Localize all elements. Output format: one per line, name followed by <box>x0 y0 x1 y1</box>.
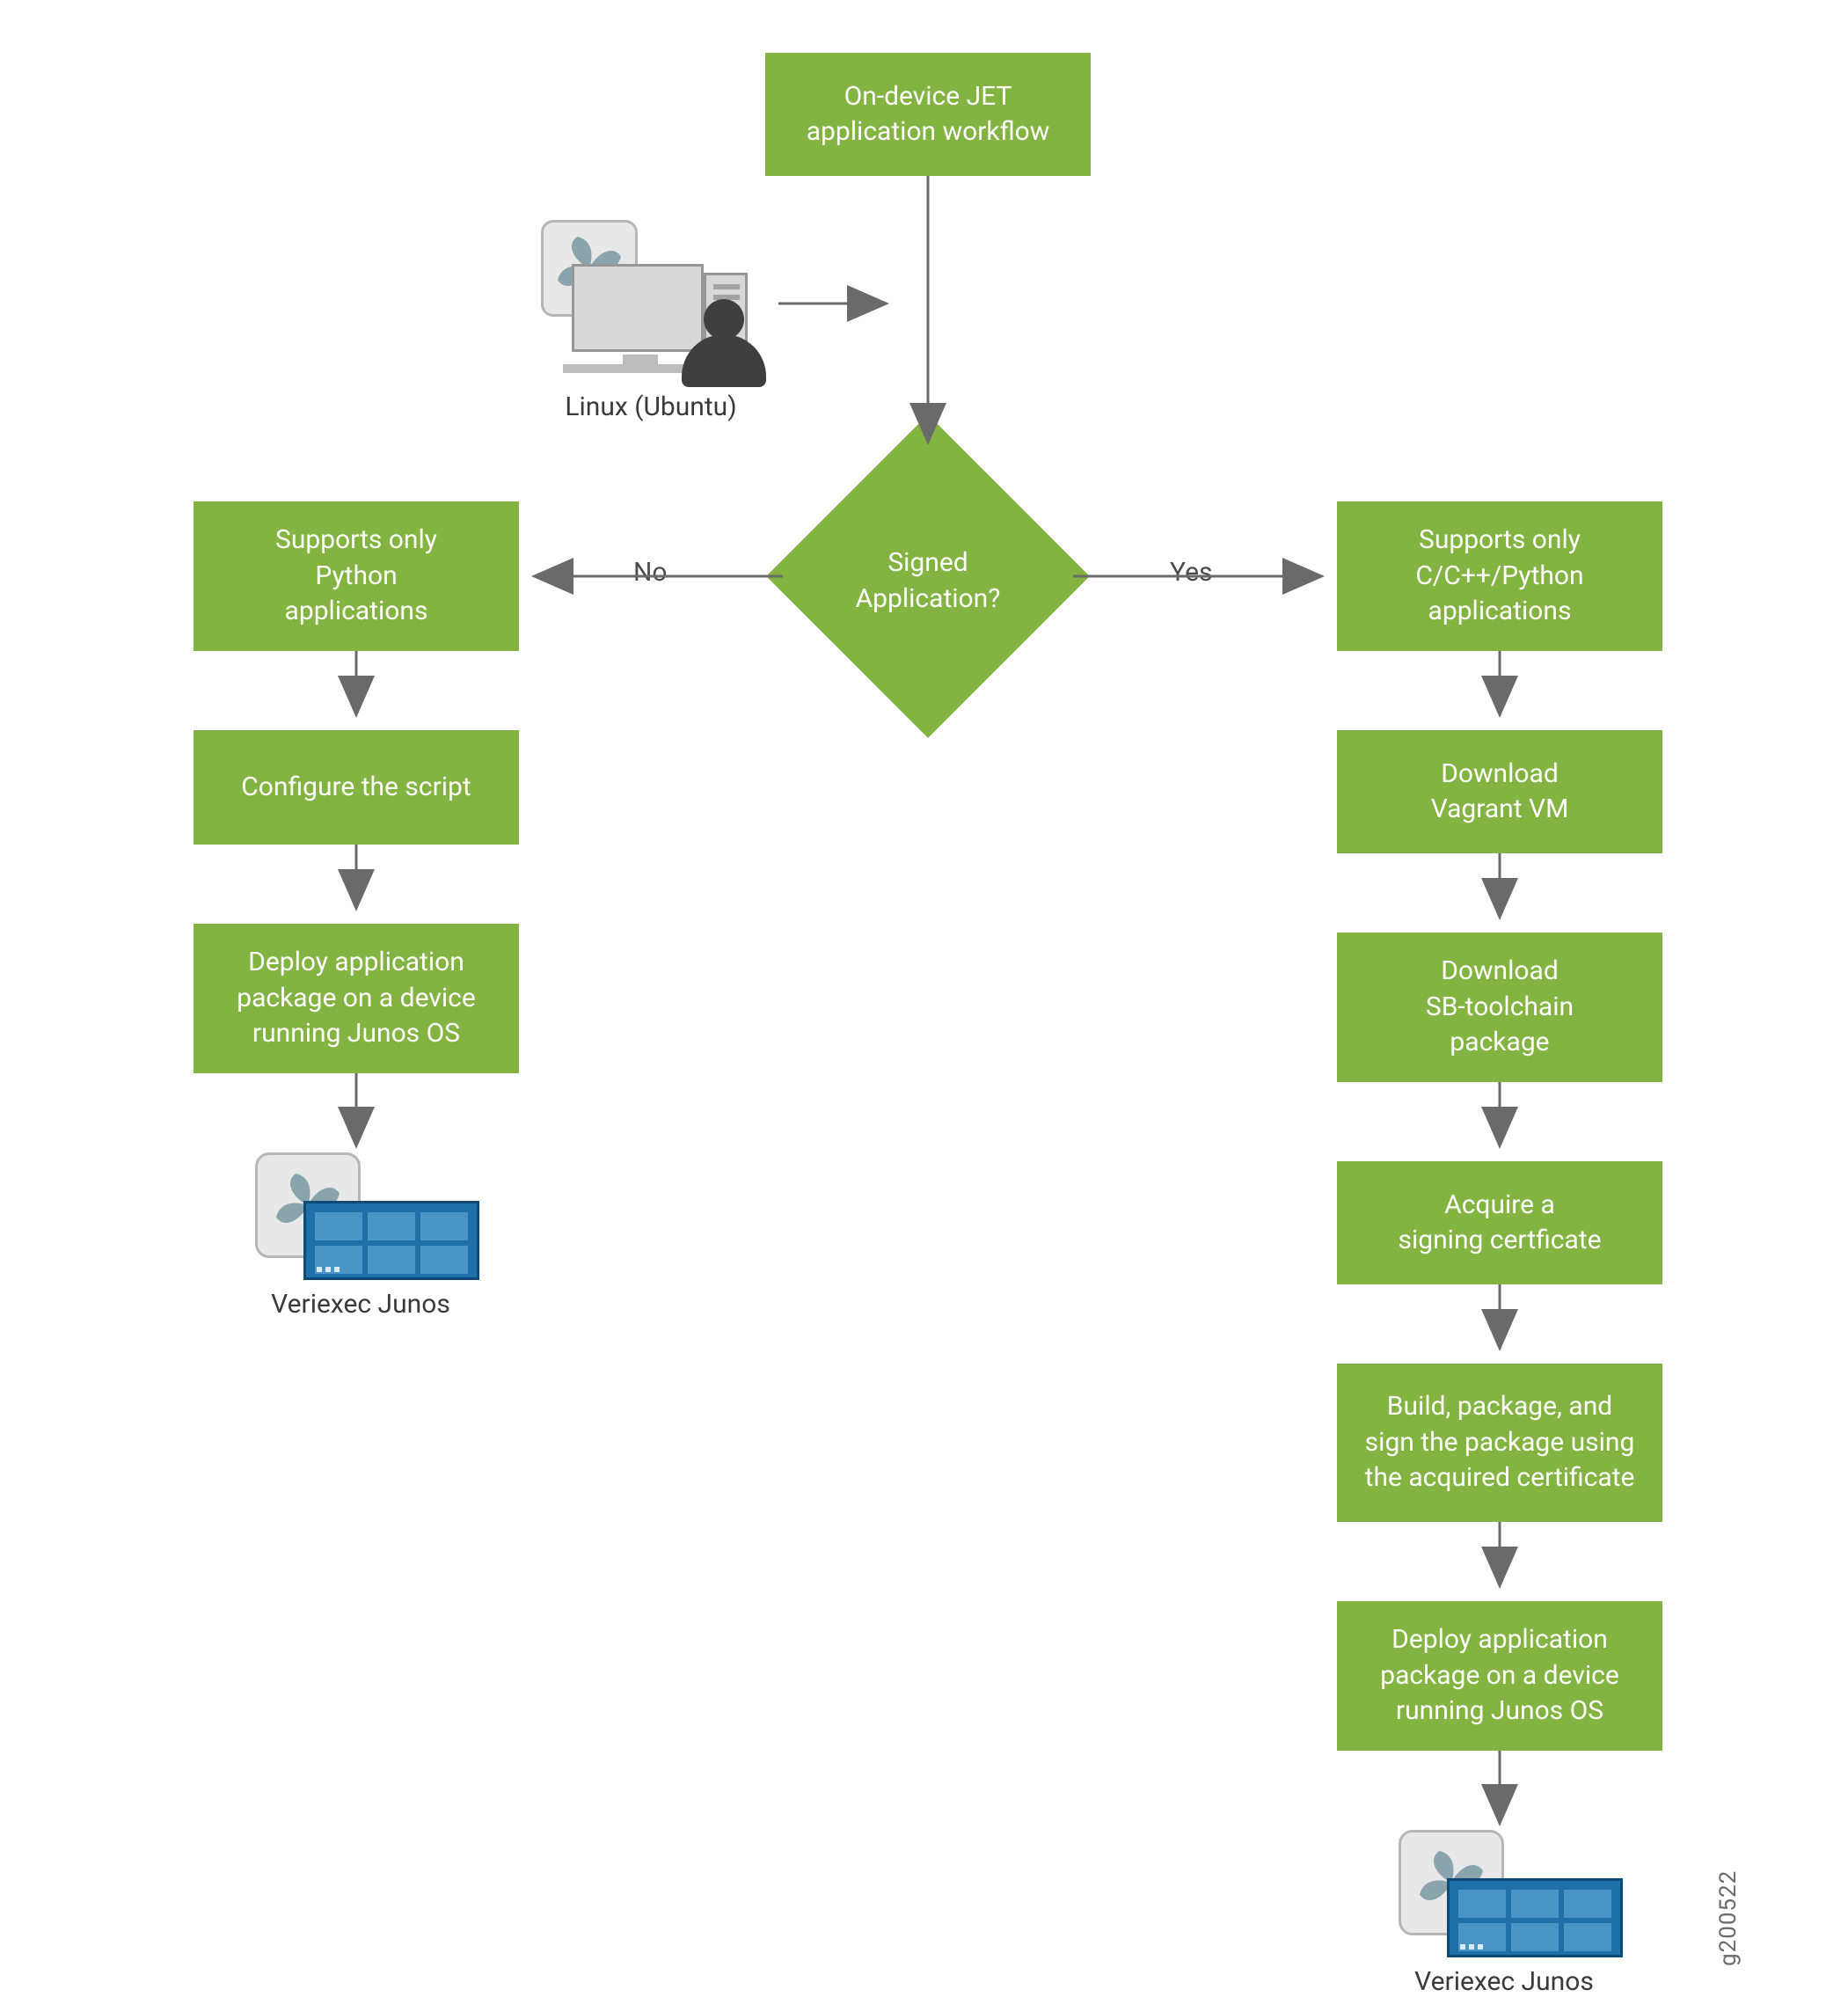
router-icon <box>1447 1878 1623 1957</box>
person-icon <box>673 299 770 383</box>
veriexec-junos-icon-right <box>1399 1830 1618 1962</box>
node-yes-5-label: Deploy applicationpackage on a devicerun… <box>1380 1622 1619 1730</box>
node-yes-2: DownloadSB-toolchainpackage <box>1337 933 1662 1082</box>
node-decision <box>766 414 1090 738</box>
node-yes-1-label: DownloadVagrant VM <box>1431 757 1569 828</box>
node-yes-4-label: Build, package, andsign the package usin… <box>1365 1389 1635 1496</box>
node-yes-5: Deploy applicationpackage on a devicerun… <box>1337 1601 1662 1751</box>
node-yes-4: Build, package, andsign the package usin… <box>1337 1364 1662 1522</box>
node-no-0: Supports onlyPythonapplications <box>194 501 519 651</box>
node-no-0-label: Supports onlyPythonapplications <box>275 523 437 630</box>
node-yes-3-label: Acquire asigning certficate <box>1398 1188 1601 1259</box>
veriexec-junos-icon-left <box>255 1152 475 1284</box>
edge-label-no: No <box>633 557 668 588</box>
node-no-2: Deploy applicationpackage on a devicerun… <box>194 924 519 1073</box>
node-yes-3: Acquire asigning certficate <box>1337 1161 1662 1284</box>
node-no-1: Configure the script <box>194 730 519 845</box>
veriexec-caption-left: Veriexec Junos <box>246 1289 475 1320</box>
node-yes-0: Supports onlyC/C++/Pythonapplications <box>1337 501 1662 651</box>
node-no-1-label: Configure the script <box>241 770 471 806</box>
node-start: On-device JETapplication workflow <box>765 53 1091 176</box>
veriexec-caption-right: Veriexec Junos <box>1390 1966 1618 1997</box>
linux-caption: Linux (Ubuntu) <box>523 391 778 422</box>
node-yes-0-label: Supports onlyC/C++/Pythonapplications <box>1415 523 1583 630</box>
node-start-label: On-device JETapplication workflow <box>807 79 1050 150</box>
figure-id: g200522 <box>1715 1870 1742 1966</box>
edge-label-yes: Yes <box>1170 557 1212 588</box>
node-no-2-label: Deploy applicationpackage on a devicerun… <box>237 945 476 1052</box>
linux-ubuntu-icon <box>523 220 778 387</box>
node-yes-2-label: DownloadSB-toolchainpackage <box>1426 954 1574 1061</box>
node-yes-1: DownloadVagrant VM <box>1337 730 1662 853</box>
router-icon <box>303 1201 479 1280</box>
